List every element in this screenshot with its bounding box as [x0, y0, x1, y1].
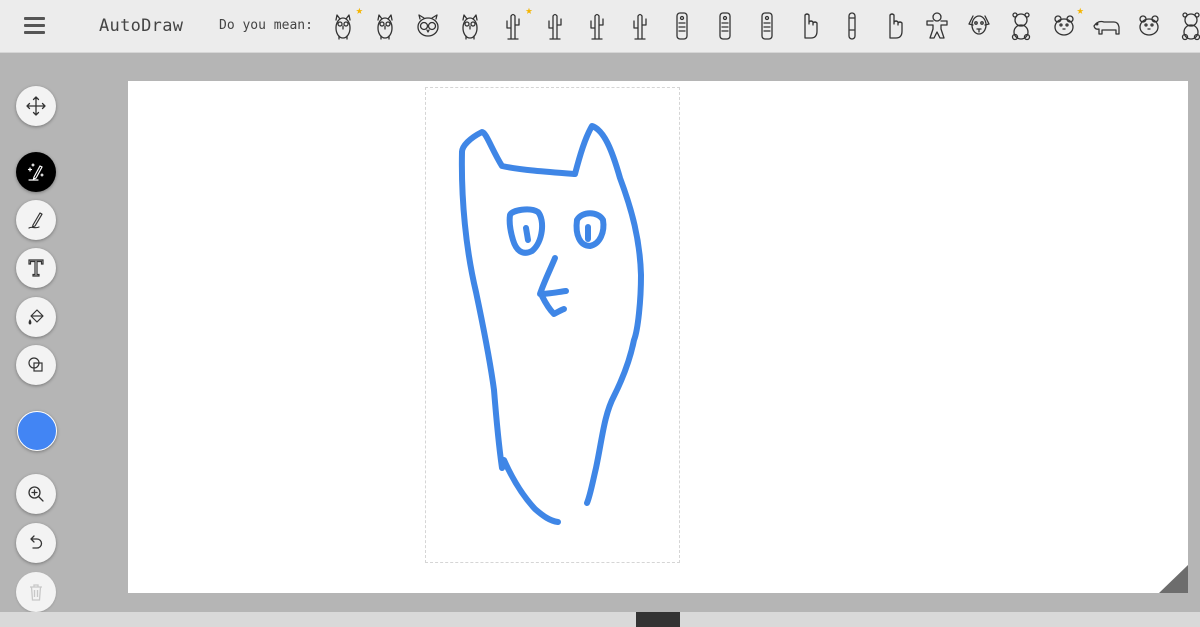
suggestion-item[interactable]	[959, 6, 999, 46]
undo-icon	[30, 535, 43, 549]
suggestion-item[interactable]	[1086, 6, 1126, 46]
remote-control-icon	[761, 12, 773, 40]
shapes-icon	[28, 357, 43, 372]
suggestion-item[interactable]	[365, 6, 405, 46]
owl-icon	[377, 14, 394, 40]
app-title: AutoDraw	[99, 16, 184, 36]
remote-control-icon	[676, 12, 688, 40]
gingerbread-man-icon	[925, 12, 948, 39]
move-tool[interactable]	[16, 86, 56, 126]
canvas-resize-handle[interactable]	[1159, 565, 1188, 593]
suggestion-item[interactable]	[705, 6, 745, 46]
suggestion-item[interactable]	[747, 6, 787, 46]
bottom-panel-tab[interactable]	[636, 612, 680, 627]
owl-icon	[462, 14, 478, 40]
drawing-canvas[interactable]	[128, 81, 1188, 593]
star-icon: ★	[1076, 3, 1084, 17]
bottom-bar	[0, 612, 1200, 627]
pointing-hand-icon	[804, 13, 819, 39]
suggestion-item[interactable]	[1001, 6, 1041, 46]
cactus-icon	[590, 13, 605, 40]
autodraw-tool[interactable]	[16, 152, 56, 192]
cactus-icon	[548, 13, 562, 40]
suggestion-item[interactable]	[662, 6, 702, 46]
suggestion-item[interactable]: ★	[493, 3, 533, 46]
shape-tool[interactable]	[16, 345, 56, 385]
suggestion-item[interactable]: ★	[323, 3, 363, 46]
star-icon: ★	[355, 3, 363, 17]
suggestion-item[interactable]	[1171, 6, 1200, 46]
menu-icon[interactable]	[22, 14, 48, 38]
suggestion-item[interactable]: ★	[1044, 3, 1084, 46]
fill-tool[interactable]	[16, 297, 56, 337]
cactus-icon	[633, 13, 647, 40]
star-icon: ★	[525, 3, 533, 17]
move-icon	[26, 96, 46, 116]
cactus-icon	[505, 13, 520, 40]
undo-tool[interactable]	[16, 523, 56, 563]
suggestion-item[interactable]	[1129, 6, 1169, 46]
draw-tool[interactable]	[16, 200, 56, 240]
color-picker[interactable]	[17, 411, 57, 451]
zoom-tool[interactable]	[16, 474, 56, 514]
bear-face-icon	[1138, 15, 1159, 36]
pencil-icon	[28, 212, 43, 229]
suggestion-item[interactable]	[832, 6, 872, 46]
suggestions-label: Do you mean:	[219, 18, 313, 33]
delete-tool[interactable]	[16, 572, 56, 612]
zoom-in-icon	[28, 486, 44, 502]
remote-control-icon	[718, 12, 731, 40]
dog-icon	[968, 15, 990, 35]
finger-icon	[848, 12, 856, 40]
polar-bear-icon	[1093, 20, 1120, 35]
suggestion-item[interactable]	[620, 6, 660, 46]
magic-pencil-icon	[27, 163, 44, 181]
owl-face-icon	[417, 14, 439, 37]
bear-face-icon	[1054, 15, 1074, 36]
trash-icon	[30, 584, 42, 601]
suggestion-item[interactable]	[408, 6, 448, 46]
top-bar: AutoDraw Do you mean: ★ ★ ★	[0, 0, 1200, 53]
suggestion-item[interactable]	[917, 6, 957, 46]
pointing-hand-icon	[889, 13, 903, 39]
suggestion-item[interactable]	[577, 6, 617, 46]
teddy-bear-icon	[1012, 12, 1031, 41]
owl-icon	[335, 14, 351, 40]
suggestion-item[interactable]	[450, 6, 490, 46]
paint-bucket-icon	[28, 309, 44, 325]
suggestion-item[interactable]	[535, 6, 575, 46]
type-tool[interactable]	[16, 248, 56, 288]
text-icon	[28, 259, 44, 277]
suggestion-item[interactable]	[789, 6, 829, 46]
suggestion-item[interactable]	[874, 6, 914, 46]
teddy-bear-icon	[1181, 12, 1200, 41]
